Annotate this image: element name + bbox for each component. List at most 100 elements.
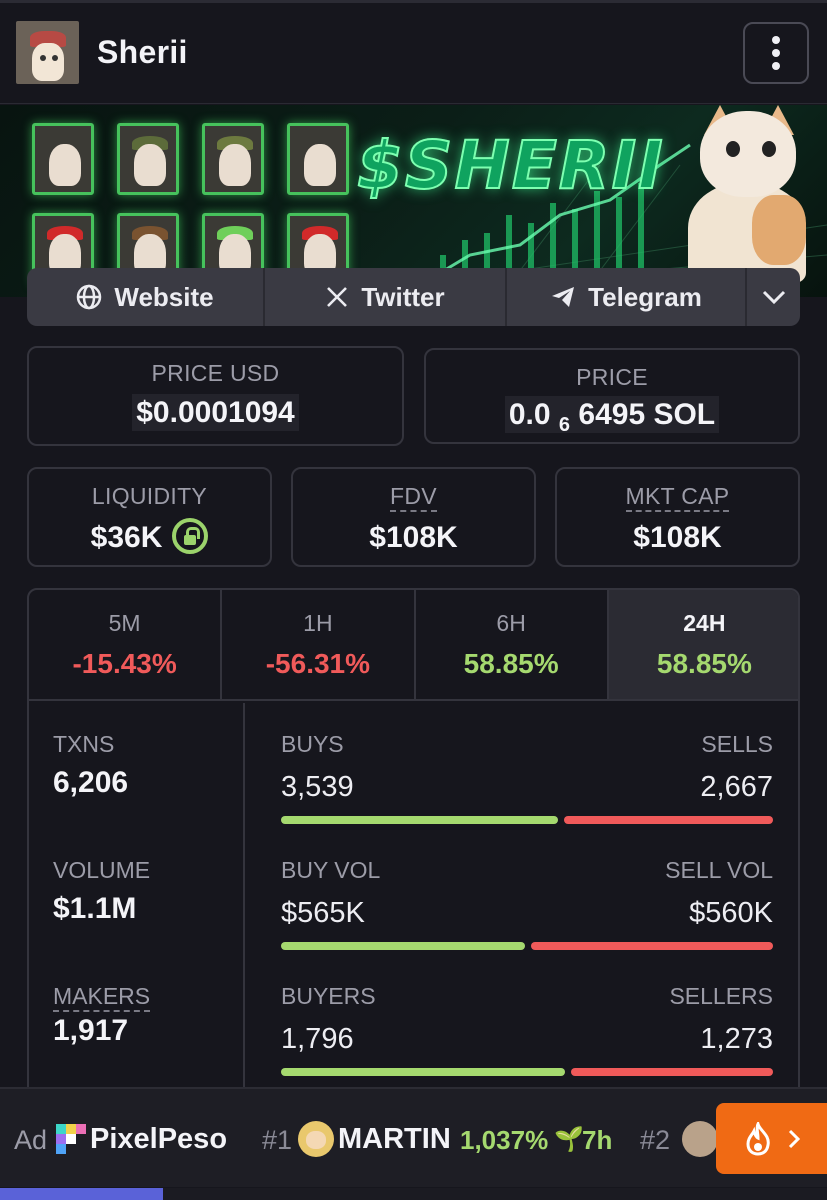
sellers-label: SELLERS <box>669 983 773 1009</box>
totals-column: TXNS 6,206 VOLUME $1.1M MAKERS 1,917 <box>29 703 245 1096</box>
tab-5m[interactable]: 5M -15.43% <box>29 590 223 699</box>
tab-label: 5M <box>108 610 141 636</box>
social-links-bar: Website Twitter Telegram <box>27 268 800 326</box>
website-label: Website <box>114 281 214 312</box>
website-link[interactable]: Website <box>27 268 265 326</box>
top-divider <box>0 0 827 3</box>
buyers-label: BUYERS <box>281 983 376 1009</box>
split-bar <box>281 816 773 824</box>
trending-hot-button[interactable] <box>716 1103 827 1174</box>
txns-stat: TXNS 6,206 <box>53 731 128 800</box>
stats-panel: 5M -15.43% 1H -56.31% 6H 58.85% 24H 58.8… <box>27 588 800 1098</box>
fdv-value: $108K <box>369 521 458 554</box>
volume-label: VOLUME <box>53 857 151 883</box>
martin-avatar <box>298 1121 334 1157</box>
sprout-icon: 🌱 <box>554 1126 584 1153</box>
txns-label: TXNS <box>53 731 115 757</box>
buy-vol-label: BUY VOL <box>281 857 381 883</box>
change-value: -56.31% <box>265 648 371 679</box>
twitter-link[interactable]: Twitter <box>265 268 507 326</box>
change-value: -15.43% <box>72 648 177 679</box>
header: Sherii <box>0 0 827 104</box>
telegram-link[interactable]: Telegram <box>507 268 747 326</box>
mkt-cap-label[interactable]: MKT CAP <box>625 483 730 512</box>
price-usd-value: $0.0001094 <box>132 394 299 431</box>
sell-bar <box>571 1068 773 1076</box>
makers-label[interactable]: MAKERS <box>53 983 151 1012</box>
tab-6h[interactable]: 6H 58.85% <box>416 590 609 699</box>
liquidity-value: $36K <box>90 521 163 554</box>
globe-icon <box>77 284 102 310</box>
sell-bar <box>531 942 773 950</box>
nft-tile <box>32 123 94 195</box>
tab-24h[interactable]: 24H 58.85% <box>608 590 798 699</box>
nft-tile <box>117 123 179 195</box>
sells-value: 2,667 <box>700 771 773 803</box>
trending-ticker: Ad PixelPeso #1 MARTIN 1,037% 🌱 7h #2 <box>0 1087 827 1187</box>
flame-icon <box>745 1121 770 1156</box>
price-sol-value: 0.0 6 6495 SOL <box>504 396 720 436</box>
more-links-button[interactable] <box>747 268 800 326</box>
active-tab-indicator <box>0 1188 163 1200</box>
sell-bar <box>564 816 773 824</box>
volume-value: $1.1M <box>53 892 137 925</box>
makers-value: 1,917 <box>53 1014 129 1047</box>
rank-1-label: #1 <box>262 1125 293 1155</box>
token-avatar <box>16 21 79 84</box>
dot-icon <box>772 62 780 70</box>
price-sol-box: PRICE 0.0 6 6495 SOL <box>424 348 800 444</box>
sells-label: SELLS <box>701 731 773 757</box>
buys-value: 3,539 <box>281 771 354 803</box>
telegram-icon <box>552 287 575 307</box>
banner-cat-image <box>682 105 807 283</box>
split-bar <box>281 942 773 950</box>
makers-split: BUYERS SELLERS 1,796 1,273 <box>281 983 773 1083</box>
telegram-label: Telegram <box>588 281 702 312</box>
buys-label: BUYS <box>281 731 344 757</box>
ad-label: Ad <box>14 1125 48 1155</box>
price-usd-label: PRICE USD <box>151 360 280 386</box>
txns-split: BUYS SELLS 3,539 2,667 <box>281 731 773 831</box>
fdv-box: FDV $108K <box>291 467 536 567</box>
chevron-right-icon <box>788 1129 800 1148</box>
tab-1h[interactable]: 1H -56.31% <box>222 590 416 699</box>
buyers-value: 1,796 <box>281 1023 354 1055</box>
tab-label: 1H <box>303 610 333 636</box>
pixelpeso-logo-icon <box>56 1124 86 1154</box>
makers-stat: MAKERS 1,917 <box>53 983 151 1048</box>
mkt-cap-box: MKT CAP $108K <box>555 467 800 567</box>
dot-icon <box>772 36 780 44</box>
volume-stat: VOLUME $1.1M <box>53 857 150 926</box>
trending-token-1-age: 7h <box>582 1125 613 1155</box>
trending-token-1-change: 1,037% <box>460 1125 549 1155</box>
buy-bar <box>281 942 525 950</box>
sellers-value: 1,273 <box>700 1023 773 1055</box>
price-usd-box: PRICE USD $0.0001094 <box>27 346 404 446</box>
sell-vol-label: SELL VOL <box>665 857 773 883</box>
volume-split: BUY VOL SELL VOL $565K $560K <box>281 857 773 957</box>
trending-token-1-name[interactable]: MARTIN <box>338 1123 451 1156</box>
fdv-label[interactable]: FDV <box>390 483 437 512</box>
chevron-down-icon <box>762 290 785 305</box>
change-value: 58.85% <box>463 648 559 679</box>
ad-token-name[interactable]: PixelPeso <box>90 1123 227 1156</box>
buy-bar <box>281 1068 565 1076</box>
banner-logo-text: $SHERII <box>356 126 665 205</box>
price-sol-label: PRICE <box>576 364 648 390</box>
token-title: Sherii <box>97 34 188 70</box>
split-bar <box>281 1068 773 1076</box>
x-icon <box>327 287 348 307</box>
nft-tile <box>202 123 264 195</box>
mkt-cap-value: $108K <box>633 521 722 554</box>
txns-value: 6,206 <box>53 766 129 799</box>
liquidity-box: LIQUIDITY $36K <box>27 467 272 567</box>
more-menu-button[interactable] <box>743 22 809 84</box>
change-value: 58.85% <box>656 648 752 679</box>
token-2-avatar <box>682 1121 718 1157</box>
buy-vol-value: $565K <box>281 897 365 929</box>
twitter-label: Twitter <box>361 281 445 312</box>
rank-2-label: #2 <box>640 1125 671 1155</box>
sell-vol-value: $560K <box>689 897 773 929</box>
tab-label: 24H <box>683 610 726 636</box>
lock-icon[interactable] <box>172 518 209 555</box>
